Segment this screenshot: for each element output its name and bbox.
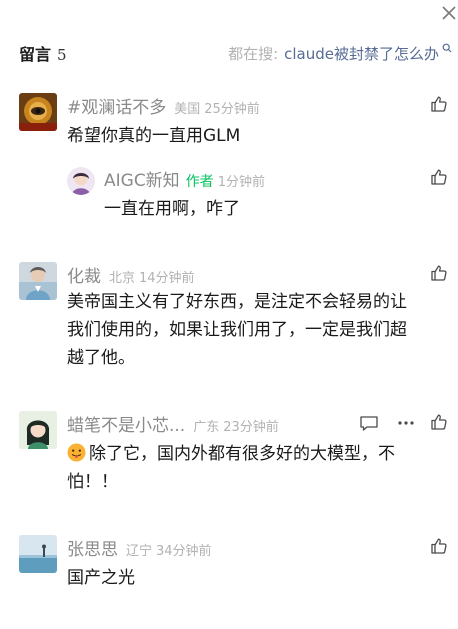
timestamp: 34分钟前 (156, 544, 212, 559)
search-prefix: 都在搜: (228, 44, 279, 63)
comment-text: 国产之光 (67, 568, 135, 588)
comment-text: 希望你真的一直用GLM (67, 126, 241, 146)
timestamp: 14分钟前 (139, 271, 195, 286)
nickname[interactable]: 张思思 (67, 535, 118, 560)
comment-text-line: 我们使用的，如果让我们用了，一定是我们超 (67, 320, 407, 340)
comment-text-line: 除了它，国内外都有很多好的大模型，不 (67, 440, 395, 468)
reply-nickname[interactable]: AIGC新知 (104, 166, 180, 191)
avatar[interactable] (19, 93, 57, 131)
trending-search-link[interactable]: 都在搜: claude被封禁了怎么办 (228, 43, 452, 64)
avatar-image (19, 411, 57, 449)
timestamp: 25分钟前 (204, 102, 260, 117)
location: 美国 (174, 102, 201, 117)
comment-text-line: 越了他。 (67, 348, 135, 368)
author-badge: 作者 (185, 174, 214, 190)
like-button[interactable] (430, 264, 448, 282)
close-button[interactable] (440, 4, 458, 22)
like-button[interactable] (430, 95, 448, 113)
thumbs-up-icon (431, 538, 447, 554)
comment-meta: 张思思 辽宁 34分钟前 (67, 535, 212, 560)
tongue-emoji-icon (67, 443, 86, 462)
avatar-image (19, 535, 57, 573)
comment-meta: 蜡笔不是小芯... 广东 23分钟前 (67, 411, 279, 436)
more-icon (398, 421, 414, 425)
thumbs-up-icon (431, 265, 447, 281)
reply-meta: AIGC新知 作者 1分钟前 (104, 166, 265, 191)
comment-text-line: 怕！！ (67, 472, 118, 492)
reply-avatar[interactable] (67, 167, 95, 195)
comment-text-line: 美帝国主义有了好东西，是注定不会轻易的让 (67, 292, 407, 312)
comment-text-line-text: 除了它，国内外都有很多好的大模型，不 (89, 444, 395, 464)
avatar[interactable] (19, 411, 57, 449)
comment-item: 蜡笔不是小芯... 广东 23分钟前 除了它，国内外都有很多好的大模型，不 怕！… (19, 411, 448, 501)
avatar-image (19, 93, 57, 131)
search-icon (442, 43, 452, 53)
comments-title-text: 留言 (19, 45, 52, 64)
avatar-image (67, 167, 95, 195)
avatar[interactable] (19, 535, 57, 573)
comment-meta: #观澜话不多 美国 25分钟前 (67, 93, 260, 118)
reply-text: 一直在用啊，咋了 (104, 199, 240, 219)
location: 北京 (109, 271, 136, 286)
comment-item: 张思思 辽宁 34分钟前 国产之光 (19, 535, 448, 595)
reply-like-button[interactable] (430, 168, 448, 186)
thumbs-up-icon (431, 169, 447, 185)
search-term: claude被封禁了怎么办 (284, 44, 439, 63)
thumbs-up-icon (431, 96, 447, 112)
comment-meta: 化裁 北京 14分钟前 (67, 262, 195, 287)
comment-text: 除了它，国内外都有很多好的大模型，不 怕！！ (67, 440, 395, 496)
comment-item: 化裁 北京 14分钟前 美帝国主义有了好东西，是注定不会轻易的让 我们使用的，如… (19, 262, 448, 382)
nickname[interactable]: 蜡笔不是小芯... (67, 411, 185, 436)
nickname[interactable]: #观澜话不多 (67, 93, 166, 118)
thumbs-up-icon (431, 414, 447, 430)
nickname[interactable]: 化裁 (67, 262, 101, 287)
reply-timestamp: 1分钟前 (217, 175, 265, 190)
close-icon (442, 6, 456, 20)
location: 辽宁 (126, 544, 153, 559)
more-button[interactable] (396, 414, 416, 432)
comments-title: 留言 5 (19, 41, 67, 65)
comment-icon (360, 416, 378, 431)
reply-button[interactable] (359, 414, 379, 432)
like-button[interactable] (430, 537, 448, 555)
avatar[interactable] (19, 262, 57, 300)
comments-count: 5 (57, 46, 67, 64)
comment-text: 美帝国主义有了好东西，是注定不会轻易的让 我们使用的，如果让我们用了，一定是我们… (67, 288, 407, 372)
avatar-image (19, 262, 57, 300)
comment-item: #观澜话不多 美国 25分钟前 希望你真的一直用GLM AIGC新知 作者 1分… (19, 93, 448, 233)
like-button[interactable] (430, 413, 448, 431)
location: 广东 (193, 420, 220, 435)
comments-header: 留言 5 都在搜: claude被封禁了怎么办 (19, 40, 452, 66)
timestamp: 23分钟前 (223, 420, 279, 435)
